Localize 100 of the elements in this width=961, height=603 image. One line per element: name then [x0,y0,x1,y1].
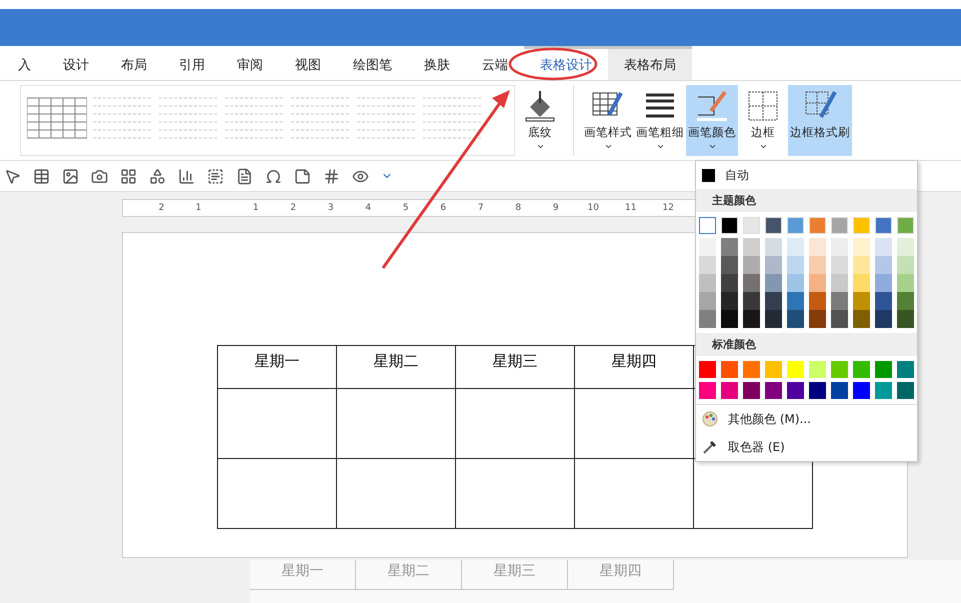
color-swatch[interactable] [809,274,826,292]
color-swatch[interactable] [875,382,892,399]
table-cell[interactable] [336,458,456,528]
color-swatch[interactable] [853,310,870,328]
ribbon-button[interactable]: 画笔颜色 [686,85,738,156]
note-icon[interactable] [294,168,311,184]
camera-icon[interactable] [91,168,108,184]
color-swatch[interactable] [897,256,914,274]
color-swatch[interactable] [875,361,892,378]
table-style-icon[interactable] [27,96,87,140]
table-cell[interactable]: 星期一 [218,346,336,388]
color-swatch[interactable] [699,292,716,310]
color-swatch[interactable] [831,274,848,292]
pointer-icon[interactable] [4,168,21,184]
color-swatch[interactable] [787,382,804,399]
shading-button[interactable]: 底纹 [515,85,565,156]
color-swatch[interactable] [831,310,848,328]
color-swatch[interactable] [787,274,804,292]
image-icon[interactable] [62,168,79,184]
color-swatch[interactable] [897,361,914,378]
color-swatch[interactable] [765,292,782,310]
color-swatch[interactable] [721,256,738,274]
color-swatch[interactable] [875,256,892,274]
ribbon-button[interactable]: 边框 [738,85,788,156]
shapes-icon[interactable] [149,168,166,184]
table-cell[interactable]: 星期三 [456,346,574,388]
table-cell[interactable] [218,458,336,528]
color-swatch[interactable] [809,310,826,328]
color-swatch[interactable] [765,382,782,399]
color-swatch[interactable] [853,238,870,256]
ribbon-button[interactable]: 画笔粗细 [634,85,686,156]
color-swatch[interactable] [743,310,760,328]
color-swatch[interactable] [699,274,716,292]
color-swatch[interactable] [721,310,738,328]
table-cell[interactable] [336,388,456,458]
color-swatch[interactable] [897,292,914,310]
color-swatch[interactable] [875,274,892,292]
table-cell[interactable]: 星期四 [574,346,694,388]
color-swatch[interactable] [853,361,870,378]
document-icon[interactable] [236,168,253,184]
table-cell[interactable] [456,388,574,458]
color-swatch[interactable] [831,292,848,310]
table-cell[interactable] [218,388,336,458]
ribbon-tab[interactable]: 表格布局 [608,46,692,80]
table-style-gallery[interactable] [20,85,515,156]
color-swatch[interactable] [721,361,738,378]
color-swatch[interactable] [765,361,782,378]
color-swatch[interactable] [875,238,892,256]
table-style-icon[interactable] [291,96,351,140]
color-swatch[interactable] [721,292,738,310]
table-style-icon[interactable] [93,96,153,140]
color-swatch[interactable] [743,256,760,274]
table-style-icon[interactable] [357,96,417,140]
color-swatch[interactable] [875,310,892,328]
ribbon-button[interactable]: 边框格式刷 [788,85,852,156]
color-swatch[interactable] [853,292,870,310]
color-swatch[interactable] [787,361,804,378]
color-swatch[interactable] [743,238,760,256]
color-swatch[interactable] [699,310,716,328]
color-swatch[interactable] [897,274,914,292]
color-swatch[interactable] [699,217,716,234]
table-cell[interactable]: 星期二 [336,346,456,388]
color-swatch[interactable] [853,382,870,399]
color-swatch[interactable] [743,292,760,310]
color-swatch[interactable] [787,292,804,310]
color-swatch[interactable] [831,382,848,399]
color-swatch[interactable] [831,256,848,274]
color-swatch[interactable] [699,256,716,274]
color-swatch[interactable] [743,274,760,292]
color-swatch[interactable] [809,238,826,256]
table-cell[interactable] [574,388,694,458]
color-swatch[interactable] [699,361,716,378]
color-swatch[interactable] [743,361,760,378]
bar-chart-icon[interactable] [178,168,195,184]
color-swatch[interactable] [699,238,716,256]
color-swatch[interactable] [721,274,738,292]
color-swatch[interactable] [831,238,848,256]
color-swatch[interactable] [765,310,782,328]
color-swatch[interactable] [765,238,782,256]
text-select-icon[interactable] [207,168,224,184]
color-swatch[interactable] [809,361,826,378]
color-swatch[interactable] [853,274,870,292]
hash-icon[interactable] [323,168,340,184]
omega-icon[interactable] [265,168,282,184]
table-style-icon[interactable] [225,96,285,140]
color-swatch[interactable] [743,382,760,399]
color-swatch[interactable] [787,238,804,256]
table-cell[interactable] [456,458,574,528]
color-swatch[interactable] [699,382,716,399]
color-swatch[interactable] [897,310,914,328]
color-swatch[interactable] [853,256,870,274]
color-swatch[interactable] [787,310,804,328]
menu-item[interactable]: 其他颜色 (M)... [696,405,917,433]
table-style-icon[interactable] [159,96,219,140]
color-swatch[interactable] [875,292,892,310]
ribbon-button[interactable]: 画笔样式 [582,85,634,156]
color-swatch[interactable] [809,256,826,274]
color-swatch[interactable] [897,238,914,256]
color-swatch[interactable] [721,382,738,399]
grid-icon[interactable] [120,168,137,184]
